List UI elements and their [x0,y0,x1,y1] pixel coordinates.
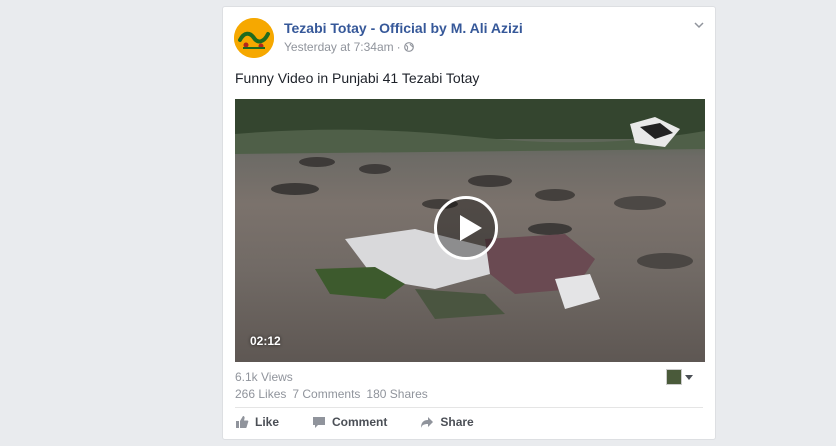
share-label: Share [440,415,474,429]
play-button[interactable] [434,196,498,260]
action-bar: Like Comment Share [235,415,474,429]
post-text: Funny Video in Punjabi 41 Tezabi Totay [235,70,480,86]
comment-label: Comment [332,415,388,429]
share-button[interactable]: Share [420,415,474,429]
view-count: 6.1k Views [235,370,293,384]
chevron-down-icon[interactable] [693,19,705,31]
video-duration: 02:12 [250,334,281,348]
share-icon [421,417,434,428]
comment-icon [313,417,326,428]
post-card: Tezabi Totay - Official by M. Ali Azizi … [222,6,716,440]
play-icon [460,215,482,241]
meta-separator: · [396,40,401,54]
post-as-selector[interactable] [666,369,693,385]
globe-icon[interactable] [403,42,414,52]
likes-count[interactable]: 266 Likes [235,387,286,401]
comment-button[interactable]: Comment [312,415,387,429]
shares-count[interactable]: 180 Shares [366,387,427,401]
divider [235,407,703,408]
caret-down-icon [685,374,693,380]
like-button[interactable]: Like [235,415,279,429]
video-player[interactable]: 02:12 [235,99,705,362]
comments-count[interactable]: 7 Comments [292,387,360,401]
post-meta: Yesterday at 7:34am · [284,40,414,54]
page-avatar[interactable] [234,18,274,58]
page-name-link[interactable]: Tezabi Totay - Official by M. Ali Azizi [284,20,523,36]
like-label: Like [255,415,280,429]
viewer-avatar [666,369,682,385]
post-timestamp[interactable]: Yesterday at 7:34am [284,40,394,54]
engagement-stats: 266 Likes 7 Comments 180 Shares [235,387,428,401]
thumbs-up-icon [236,416,249,428]
